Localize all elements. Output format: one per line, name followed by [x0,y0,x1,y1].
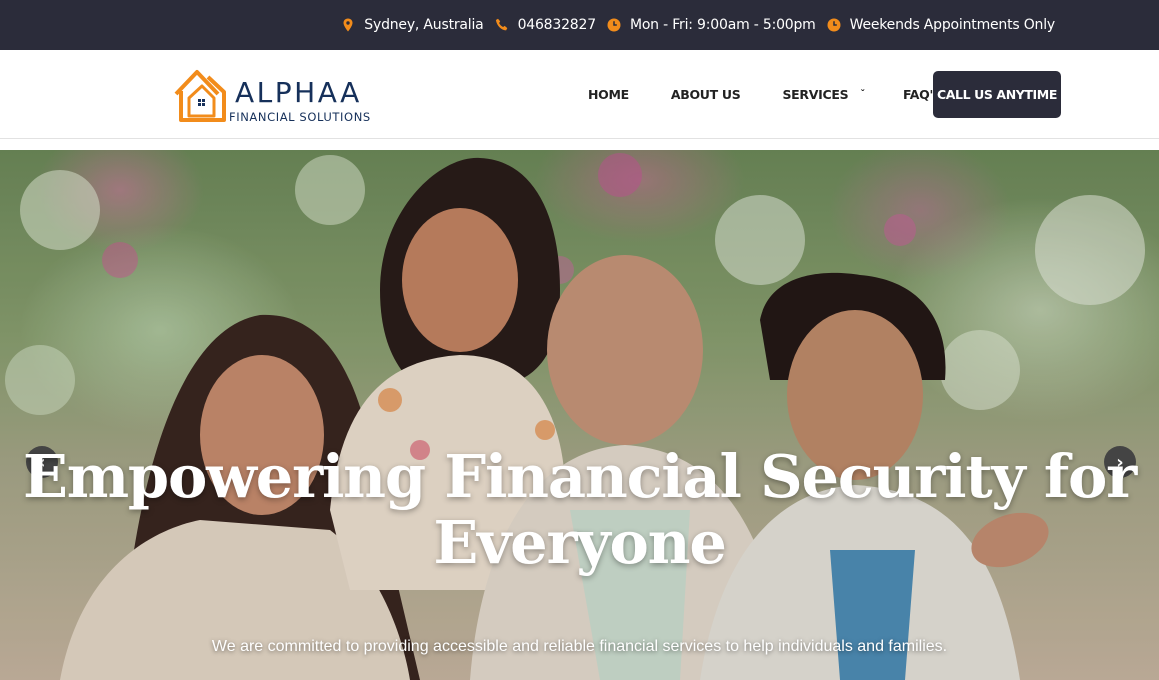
logo-tagline: FINANCIAL SOLUTIONS [229,110,371,124]
main-nav: HOME ABOUT US SERVICES ˇ FAQ'S [588,71,984,118]
weekend-info: Weekends Appointments Only [827,17,1055,33]
phone-text: 046832827 [517,17,597,33]
nav-services[interactable]: SERVICES ˇ [782,87,865,102]
phone-icon [495,18,507,31]
hero-subtitle: We are committed to providing accessible… [211,638,948,655]
site-header: ALPHAA FINANCIAL SOLUTIONS HOME ABOUT US… [0,50,1159,139]
call-us-button[interactable]: CALL US ANYTIME [933,71,1061,118]
contact-info: Sydney, Australia 046832827 Mon - Fri: 9… [341,0,1055,50]
top-info-bar: Sydney, Australia 046832827 Mon - Fri: 9… [0,0,1159,50]
location-pin-icon [343,18,353,32]
hero-title: Empowering Financial Security for Everyo… [22,442,1137,577]
house-logo-icon [174,70,226,122]
hero-slider: ‹ › Empowering Financial Security for Ev… [0,150,1159,680]
nav-about-us[interactable]: ABOUT US [671,87,741,102]
hours-text: Mon - Fri: 9:00am - 5:00pm [629,17,816,33]
nav-home[interactable]: HOME [588,87,629,102]
clock-icon [607,18,621,32]
clock-icon [827,18,841,32]
location-info: Sydney, Australia [341,17,484,33]
nav-services-label: SERVICES [782,87,849,102]
location-text: Sydney, Australia [364,17,484,33]
family-photo [0,150,1159,680]
phone-info[interactable]: 046832827 [495,17,596,33]
chevron-down-icon: ˇ [860,89,865,100]
logo[interactable]: ALPHAA FINANCIAL SOLUTIONS [172,66,382,126]
hours-info: Mon - Fri: 9:00am - 5:00pm [607,17,816,33]
weekend-text: Weekends Appointments Only [849,17,1056,33]
logo-name: ALPHAA [235,76,362,109]
